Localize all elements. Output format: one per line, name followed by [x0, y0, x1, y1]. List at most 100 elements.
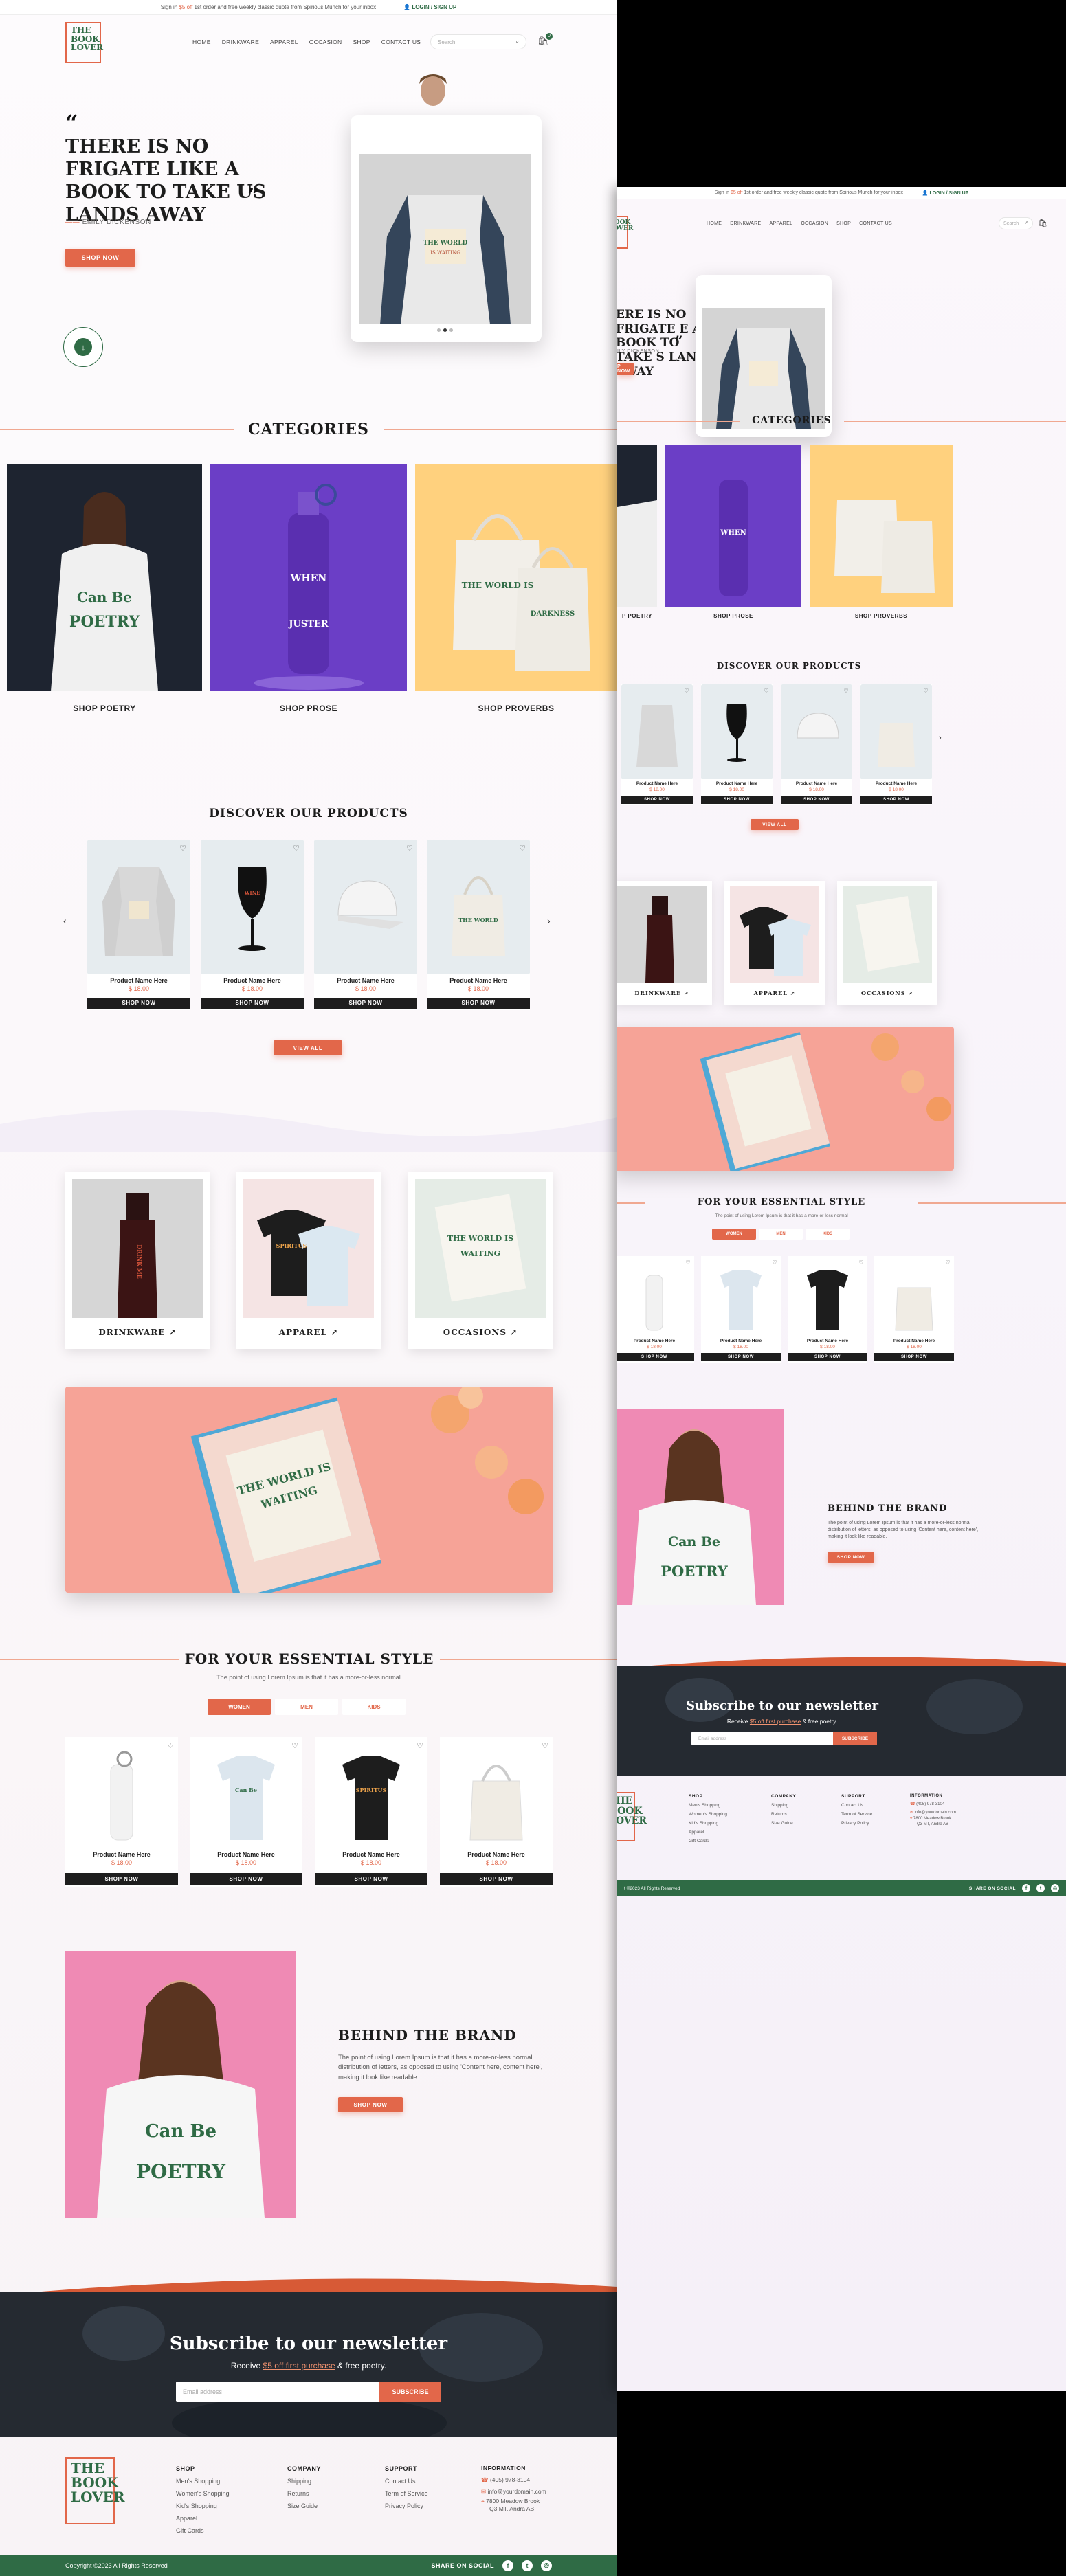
newsletter-email-input[interactable]: Email address: [691, 1736, 726, 1741]
footer-link[interactable]: Returns: [771, 1810, 796, 1819]
footer-link[interactable]: Gift Cards: [689, 1837, 727, 1846]
footer-link[interactable]: Men's Shopping: [176, 2475, 230, 2487]
footer-link[interactable]: Term of Service: [385, 2487, 428, 2500]
nav-drinkware[interactable]: DRINKWARE: [222, 38, 259, 45]
wishlist-heart-icon[interactable]: ♡: [291, 844, 301, 853]
tab-kids[interactable]: KIDS: [342, 1699, 406, 1715]
product-card[interactable]: ♡ Product Name Here $ 18.00 SHOP NOW: [87, 840, 190, 1010]
site-logo[interactable]: THE BOOK LOVER: [65, 22, 103, 63]
category-label-proverbs[interactable]: SHOP PROVERBS: [415, 704, 617, 713]
search-input[interactable]: Search ⌕: [999, 217, 1033, 229]
wishlist-heart-icon[interactable]: ♡: [841, 686, 851, 696]
category-poetry-image[interactable]: Can Be POETRY: [7, 464, 202, 691]
tab-kids[interactable]: KIDS: [806, 1229, 850, 1240]
brand-shop-now-button[interactable]: SHOP NOW: [828, 1552, 874, 1563]
search-icon[interactable]: ⌕: [516, 38, 519, 45]
wishlist-heart-icon[interactable]: ♡: [405, 844, 414, 853]
footer-link[interactable]: Men's Shopping: [689, 1801, 727, 1810]
newsletter-email-input[interactable]: Email address: [176, 2388, 222, 2395]
product-shop-now-button[interactable]: SHOP NOW: [440, 1873, 553, 1885]
carousel-dot[interactable]: [437, 328, 441, 332]
product-shop-now-button[interactable]: SHOP NOW: [701, 796, 773, 804]
product-shop-now-button[interactable]: SHOP NOW: [190, 1873, 302, 1885]
product-card[interactable]: ♡ Product Name Here $ 18.00 SHOP NOW: [314, 840, 417, 1010]
nav-contact[interactable]: CONTACT US: [859, 221, 892, 226]
view-all-button[interactable]: VIEW ALL: [751, 819, 799, 830]
footer-link[interactable]: Kid's Shopping: [176, 2500, 230, 2512]
cart-icon[interactable]: 🛍 0: [537, 33, 553, 48]
site-logo[interactable]: BOOK LOVER: [617, 216, 633, 249]
footer-link[interactable]: Term of Service: [841, 1810, 872, 1819]
essential-product-card[interactable]: Can Be ♡ Product Name Here $ 18.00 SHOP …: [190, 1737, 302, 1887]
essential-product-card[interactable]: ♡ Product Name Here $ 18.00 SHOP NOW: [701, 1256, 781, 1363]
view-all-button[interactable]: VIEW ALL: [274, 1040, 342, 1055]
nav-shop[interactable]: SHOP: [836, 221, 851, 226]
category-label-prose[interactable]: SHOP PROSE: [210, 704, 407, 713]
product-card[interactable]: ♡ Product Name Here $ 18.00 SHOP NOW: [701, 684, 773, 805]
product-card[interactable]: THE WORLD ♡ Product Name Here $ 18.00 SH…: [427, 840, 530, 1010]
footer-link[interactable]: Size Guide: [287, 2500, 321, 2512]
tile-drinkware-label[interactable]: DRINKWARE ↗: [617, 989, 712, 996]
footer-link[interactable]: Women's Shopping: [689, 1810, 727, 1819]
wishlist-heart-icon[interactable]: ♡: [762, 686, 771, 696]
nav-drinkware[interactable]: DRINKWARE: [730, 221, 761, 226]
twitter-icon[interactable]: t: [1036, 1884, 1045, 1892]
hero-shop-now-button[interactable]: SHOP NOW: [65, 249, 135, 267]
footer-link[interactable]: Privacy Policy: [385, 2500, 428, 2512]
tile-occasions-label[interactable]: OCCASIONS ↗: [408, 1328, 553, 1337]
tab-women[interactable]: WOMEN: [208, 1699, 271, 1715]
footer-email[interactable]: info@yourdomain.com: [487, 2488, 546, 2495]
tab-men[interactable]: MEN: [759, 1229, 803, 1240]
tile-drinkware-label[interactable]: DRINKWARE ↗: [65, 1328, 210, 1337]
footer-link[interactable]: Kid's Shopping: [689, 1819, 727, 1828]
wishlist-heart-icon[interactable]: ♡: [290, 1741, 300, 1751]
wishlist-heart-icon[interactable]: ♡: [178, 844, 188, 853]
login-link[interactable]: 👤 LOGIN / SIGN UP: [922, 190, 968, 196]
tile-apparel-label[interactable]: APPAREL ↗: [724, 989, 825, 996]
footer-link[interactable]: Privacy Policy: [841, 1819, 872, 1828]
tile-drinkware[interactable]: DRINK ME DRINKWARE ↗: [65, 1172, 210, 1349]
product-shop-now-button[interactable]: SHOP NOW: [874, 1353, 954, 1361]
wishlist-heart-icon[interactable]: ♡: [166, 1741, 175, 1751]
tab-women[interactable]: WOMEN: [712, 1229, 756, 1240]
tile-apparel[interactable]: APPAREL ↗: [724, 881, 825, 1005]
footer-phone[interactable]: (405) 978-3104: [490, 2476, 530, 2483]
facebook-icon[interactable]: f: [502, 2560, 513, 2571]
discover-next-arrow[interactable]: ›: [547, 915, 551, 926]
footer-link[interactable]: Contact Us: [385, 2475, 428, 2487]
tile-drinkware[interactable]: DRINKWARE ↗: [617, 881, 712, 1005]
wishlist-heart-icon[interactable]: ♡: [943, 1258, 953, 1268]
footer-link[interactable]: Size Guide: [771, 1819, 796, 1828]
wishlist-heart-icon[interactable]: ♡: [518, 844, 527, 853]
footer-link[interactable]: Apparel: [689, 1828, 727, 1837]
instagram-icon[interactable]: ◎: [541, 2560, 552, 2571]
newsletter-subscribe-button[interactable]: SUBSCRIBE: [379, 2382, 441, 2402]
product-shop-now-button[interactable]: SHOP NOW: [201, 998, 304, 1009]
footer-link[interactable]: Contact Us: [841, 1801, 872, 1810]
product-card[interactable]: WINE ♡ Product Name Here $ 18.00 SHOP NO…: [201, 840, 304, 1010]
hero-shop-now-button[interactable]: P NOW: [617, 363, 634, 375]
tab-men[interactable]: MEN: [275, 1699, 338, 1715]
tile-apparel[interactable]: SPIRITUS APPAREL ↗: [236, 1172, 381, 1349]
footer-link[interactable]: Returns: [287, 2487, 321, 2500]
category-poetry-image[interactable]: [617, 445, 657, 607]
wishlist-heart-icon[interactable]: ♡: [540, 1741, 550, 1751]
product-shop-now-button[interactable]: SHOP NOW: [621, 796, 693, 804]
login-link[interactable]: 👤 LOGIN / SIGN UP: [403, 4, 456, 10]
tile-occasions[interactable]: OCCASIONS ↗: [837, 881, 937, 1005]
product-shop-now-button[interactable]: SHOP NOW: [781, 796, 852, 804]
product-shop-now-button[interactable]: SHOP NOW: [860, 796, 932, 804]
footer-email[interactable]: info@yourdomain.com: [915, 1811, 956, 1815]
product-shop-now-button[interactable]: SHOP NOW: [87, 998, 190, 1009]
discover-prev-arrow[interactable]: ‹: [63, 915, 67, 926]
product-shop-now-button[interactable]: SHOP NOW: [701, 1353, 781, 1361]
footer-phone[interactable]: (405) 978-3104: [916, 1802, 944, 1806]
discover-next-arrow[interactable]: ›: [939, 734, 942, 742]
nav-apparel[interactable]: APPAREL: [769, 221, 792, 226]
tile-occasions[interactable]: THE WORLD IS WAITING OCCASIONS ↗: [408, 1172, 553, 1349]
tile-apparel-label[interactable]: APPAREL ↗: [236, 1328, 381, 1337]
wishlist-heart-icon[interactable]: ♡: [921, 686, 931, 696]
product-shop-now-button[interactable]: SHOP NOW: [315, 1873, 427, 1885]
twitter-icon[interactable]: t: [522, 2560, 533, 2571]
carousel-dot-active[interactable]: [443, 328, 447, 332]
